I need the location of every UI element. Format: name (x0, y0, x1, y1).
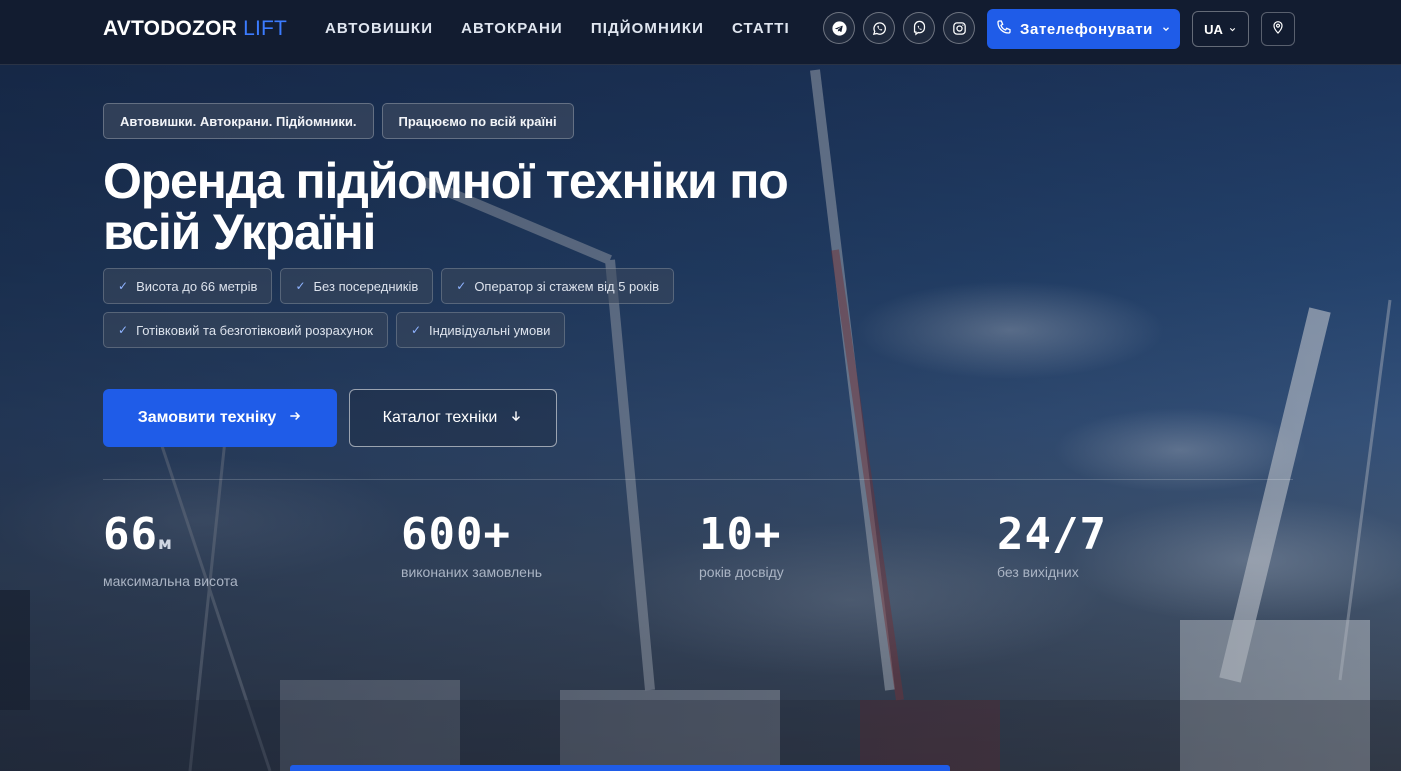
stat-label: років досвіду (699, 564, 784, 580)
arrow-down-icon (509, 409, 523, 428)
feature-item: ✓ Індивідуальні умови (395, 312, 566, 348)
feature-item: ✓ Оператор зі стажем від 5 років (441, 268, 674, 304)
telegram-icon[interactable] (823, 12, 855, 44)
feature-item: ✓ Готівковий та безготівковий розрахунок (103, 312, 388, 348)
check-icon: ✓ (410, 323, 422, 337)
stat-max-height: 66м максимальна висота (103, 510, 238, 590)
language-label: UA (1204, 21, 1223, 37)
phone-icon (996, 19, 1012, 39)
language-selector[interactable]: UA (1192, 11, 1249, 47)
social-links (823, 12, 975, 44)
catalog-label: Каталог техніки (382, 409, 498, 426)
viber-icon[interactable] (903, 12, 935, 44)
hero-tags: Автовишки. Автокрани. Підйомники. Працює… (103, 103, 574, 139)
feature-label: Індивідуальні умови (429, 322, 551, 338)
hero-tag: Автовишки. Автокрани. Підйомники. (103, 103, 374, 139)
call-button-label: Зателефонувати (1020, 20, 1153, 38)
check-icon: ✓ (118, 279, 129, 293)
stat-unit: м (157, 534, 173, 554)
logo-main: AVTODOZOR (103, 17, 238, 40)
chevron-down-icon (1161, 21, 1171, 38)
feature-list: ✓ Висота до 66 метрів ✓ Без посередників… (103, 268, 743, 348)
hero-tag: Працюємо по всій країні (381, 103, 574, 139)
bottom-accent-bar (290, 765, 950, 771)
stat-value: 24/7 (997, 509, 1107, 560)
stat-value-wrap: 66м (103, 510, 238, 569)
check-icon: ✓ (295, 279, 306, 293)
logo-accent: LIFT (243, 17, 288, 40)
page-title: Оренда підйомної техніки по всій Україні (103, 156, 803, 258)
stat-label: без вихідних (997, 564, 1079, 580)
location-button[interactable] (1261, 12, 1295, 46)
stat-experience: 10+ років досвіду (699, 509, 784, 581)
catalog-button[interactable]: Каталог техніки (349, 389, 557, 447)
page-title-line2: всій Україні (103, 204, 376, 260)
call-button[interactable]: Зателефонувати (987, 9, 1180, 49)
nav-link-statti[interactable]: СТАТТІ (732, 20, 790, 37)
arrow-right-icon (288, 409, 302, 428)
feature-label: Без посередників (313, 278, 419, 294)
stat-label: максимальна висота (103, 573, 238, 589)
feature-item: ✓ Висота до 66 метрів (103, 268, 273, 304)
nav-link-pidiomnyky[interactable]: ПІДЙОМНИКИ (591, 20, 704, 37)
main-nav: АВТОВИШКИ АВТОКРАНИ ПІДЙОМНИКИ СТАТТІ (325, 20, 790, 37)
order-equipment-label: Замовити техніку (137, 409, 277, 426)
feature-label: Оператор зі стажем від 5 років (474, 278, 659, 294)
page-title-line1: Оренда підйомної техніки по (103, 153, 789, 209)
map-pin-icon (1270, 19, 1286, 40)
stat-value: 66 (103, 509, 158, 560)
stat-availability: 24/7 без вихідних (997, 509, 1107, 581)
check-icon: ✓ (456, 279, 467, 293)
logo[interactable]: AVTODOZOR LIFT (103, 17, 287, 41)
chevron-down-icon (1228, 22, 1237, 37)
site-header: AVTODOZOR LIFT АВТОВИШКИ АВТОКРАНИ ПІДЙО… (0, 0, 1401, 65)
feature-label: Висота до 66 метрів (136, 278, 258, 294)
check-icon: ✓ (118, 323, 129, 337)
stats-divider (103, 479, 1293, 480)
stat-orders: 600+ виконаних замовлень (401, 509, 542, 581)
feature-item: ✓ Без посередників (280, 268, 434, 304)
feature-label: Готівковий та безготівковий розрахунок (136, 322, 373, 338)
stat-label: виконаних замовлень (401, 564, 542, 580)
order-equipment-button[interactable]: Замовити техніку (103, 389, 337, 447)
nav-link-avtovyshky[interactable]: АВТОВИШКИ (325, 20, 433, 37)
stat-value: 600+ (401, 509, 511, 560)
instagram-icon[interactable] (943, 12, 975, 44)
stat-value: 10+ (699, 509, 782, 560)
nav-link-avtokrany[interactable]: АВТОКРАНИ (461, 20, 563, 37)
whatsapp-icon[interactable] (863, 12, 895, 44)
